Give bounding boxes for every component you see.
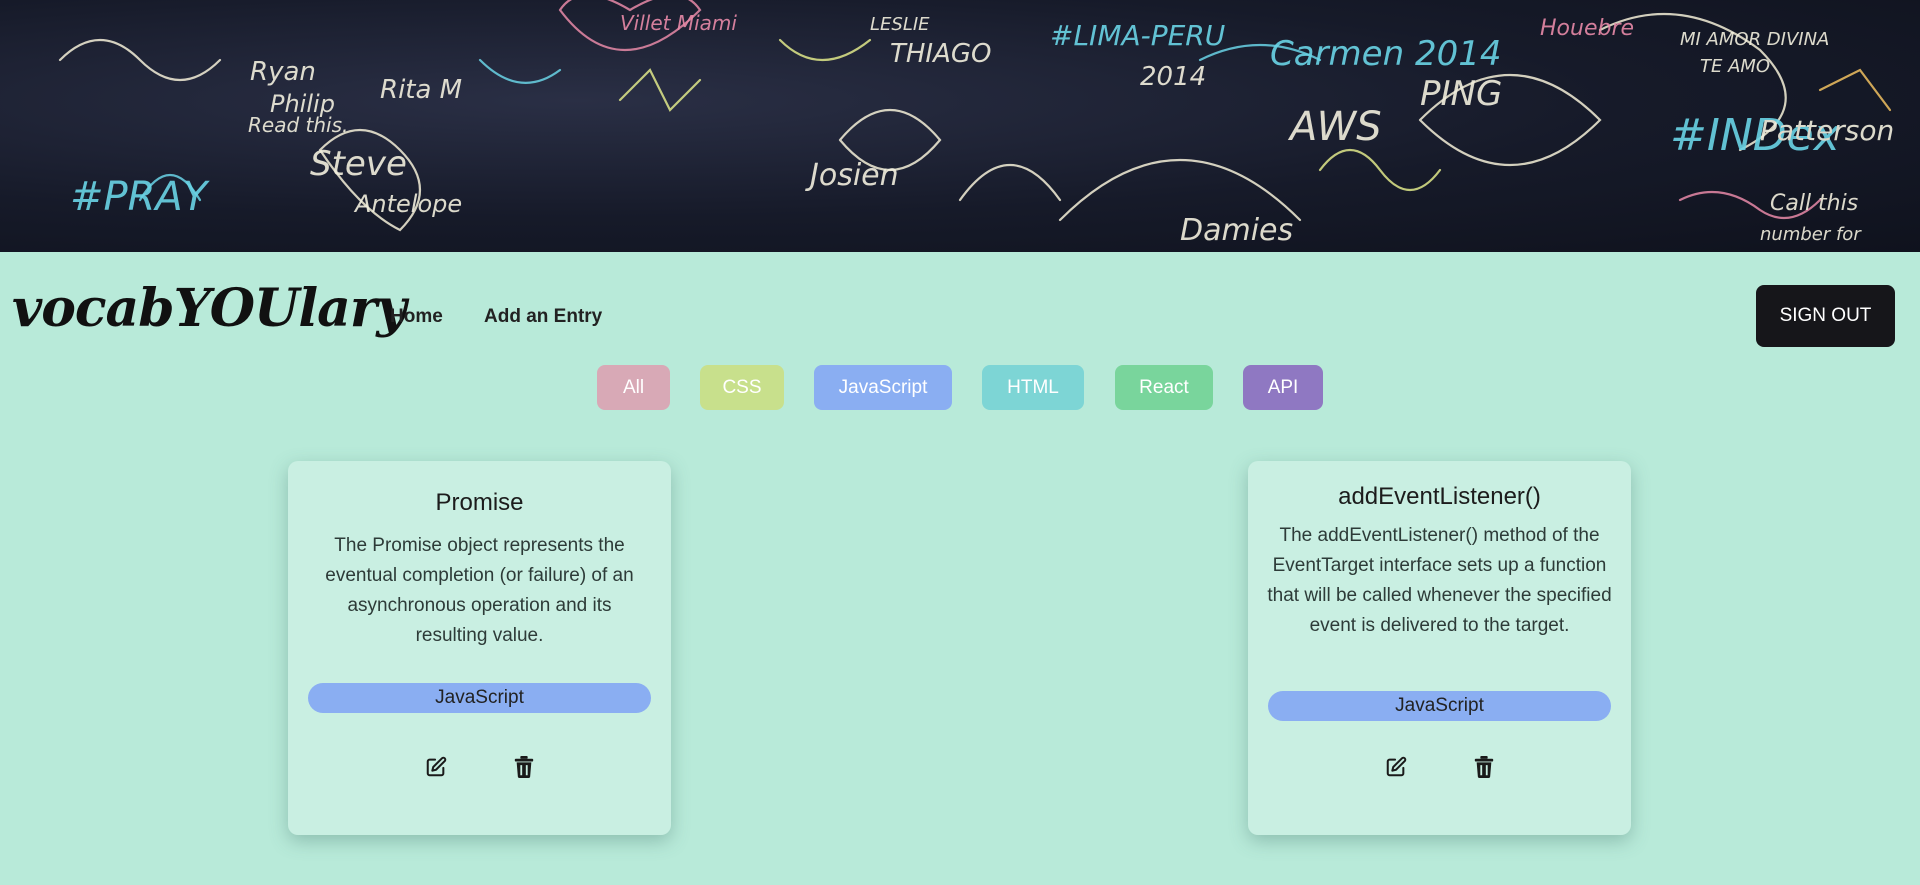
nav-link-home[interactable]: Home [390,306,443,328]
svg-text:#PRAY: #PRAY [70,174,211,220]
filter-react-button[interactable]: React [1115,365,1213,410]
svg-text:Josien: Josien [805,158,899,193]
svg-text:Call this: Call this [1770,191,1858,216]
filter-javascript-button[interactable]: JavaScript [814,365,952,410]
svg-text:LESLIE: LESLIE [870,14,930,35]
svg-text:Rita M: Rita M [380,75,462,105]
chalkboard-banner: Ryan Philip Rita M Read this. #PRAY Stev… [0,0,1920,252]
trash-icon[interactable] [510,753,538,781]
svg-text:Antelope: Antelope [353,190,462,218]
svg-text:THIAGO: THIAGO [890,39,992,69]
card-actions [1248,753,1631,781]
vocab-card: Promise The Promise object represents th… [288,461,671,835]
svg-text:TE AMO: TE AMO [1700,56,1770,77]
svg-text:PING: PING [1420,74,1502,114]
card-tag: JavaScript [308,683,651,713]
svg-text:Patterson: Patterson [1760,114,1894,147]
card-description: The Promise object represents the eventu… [325,535,634,646]
filter-api-button[interactable]: API [1243,365,1323,410]
svg-text:#LIMA-PERU: #LIMA-PERU [1050,19,1225,52]
svg-text:Ryan: Ryan [250,57,316,87]
svg-text:Damies: Damies [1180,213,1293,248]
trash-icon[interactable] [1470,753,1498,781]
filter-html-button[interactable]: HTML [982,365,1084,410]
svg-text:Steve: Steve [310,144,407,184]
chalkboard-image: Ryan Philip Rita M Read this. #PRAY Stev… [58,0,1894,248]
card-actions [288,753,671,781]
card-title: addEventListener() [1338,483,1541,510]
site-logo[interactable]: vocabYOUlary [12,278,406,339]
filter-css-button[interactable]: CSS [700,365,784,410]
card-tag: JavaScript [1268,691,1611,721]
svg-text:Carmen 2014: Carmen 2014 [1270,34,1501,74]
category-filter-bar: All CSS JavaScript HTML React API [0,365,1920,411]
card-description: The addEventListener() method of the Eve… [1267,525,1612,636]
vocab-card: addEventListener() The addEventListener(… [1248,461,1631,835]
sign-out-button[interactable]: SIGN OUT [1756,285,1895,347]
navbar: vocabYOUlary Home Add an Entry SIGN OUT [0,252,1920,382]
svg-text:Read this.: Read this. [248,113,348,137]
svg-text:Houebre: Houebre [1540,16,1634,41]
svg-text:Villet Miami: Villet Miami [620,11,737,35]
svg-text:number for: number for [1760,224,1862,245]
nav-link-add-entry[interactable]: Add an Entry [484,306,602,328]
filter-all-button[interactable]: All [597,365,670,410]
svg-text:2014: 2014 [1140,62,1206,92]
svg-text:MI AMOR DIVINA: MI AMOR DIVINA [1680,29,1829,50]
card-title: Promise [435,489,524,516]
edit-icon[interactable] [422,753,450,781]
edit-icon[interactable] [1382,753,1410,781]
svg-text:AWS: AWS [1287,104,1382,150]
